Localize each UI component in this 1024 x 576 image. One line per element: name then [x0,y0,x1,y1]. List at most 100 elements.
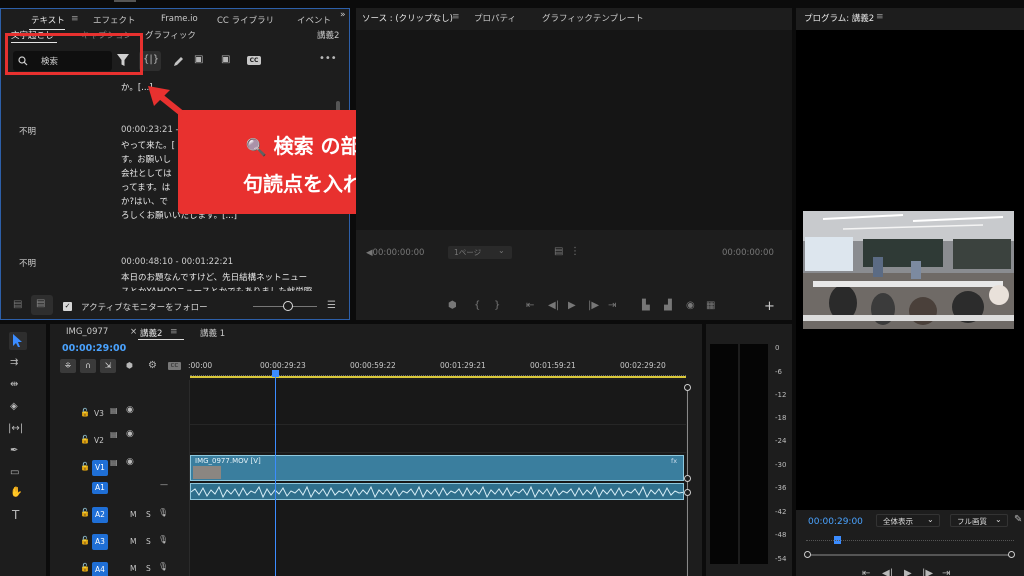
tab-img0977[interactable]: IMG_0977 [66,327,108,337]
button-editor-icon[interactable]: ▦ [706,300,715,311]
step-back-icon[interactable]: ◀| [882,568,893,576]
track-a3-badge[interactable]: A3 [92,534,108,550]
close-icon[interactable]: × [130,327,137,337]
tab-sequence-2[interactable]: 講義2 [140,327,162,339]
lock-icon[interactable]: 🔓 [80,408,90,417]
track-a2-badge[interactable]: A2 [92,507,108,523]
lock-icon[interactable]: 🔓 [80,435,90,444]
insert-icon[interactable]: ▙ [642,300,650,311]
subtab-graphics[interactable]: グラフィック [145,29,196,41]
ripple-edit-icon[interactable]: ⇹ [10,379,18,390]
step-back-icon[interactable]: ◀| [548,300,559,311]
go-to-in-icon[interactable]: ⇤ [862,568,870,576]
transcript-view-icon[interactable]: ▤ [13,299,22,310]
linked-selection-button[interactable]: ∩ [80,359,96,373]
work-area-bar[interactable] [190,376,686,378]
tab-effects[interactable]: エフェクト [93,14,136,26]
track-select-icon[interactable]: ⇉ [10,357,18,368]
overwrite-icon[interactable]: ▟ [664,300,672,311]
wrench-icon[interactable]: ✎ [1014,514,1022,525]
eye-icon[interactable]: ◉ [126,429,134,439]
hand-icon[interactable]: ✋ [10,487,22,498]
zoom-handle[interactable] [684,384,691,391]
split-icon[interactable]: {|} [143,54,159,65]
tab-graphic-templates[interactable]: グラフィックテンプレート [542,12,644,24]
wrench-icon[interactable]: ⚙ [148,360,157,371]
eye-icon[interactable]: ◉ [126,457,134,467]
zoom-handle[interactable] [684,489,691,496]
tab-cc-library[interactable]: CC ライブラリ [217,14,274,26]
fit-select[interactable]: 全体表示 ⌄ [876,514,940,527]
selection-tool[interactable] [9,332,27,350]
lock-icon[interactable]: 🔓 [80,536,90,545]
rectangle-icon[interactable]: ▭ [10,467,19,478]
lock-icon[interactable]: 🔓 [80,462,90,471]
settings-sliders-icon[interactable]: ☰ [327,300,336,311]
eye-icon[interactable]: ◉ [126,405,134,415]
menu-icon[interactable]: ≡ [876,12,884,22]
go-to-out-icon[interactable]: ⇥ [608,300,616,311]
pencil-icon[interactable] [173,56,184,67]
cc-icon[interactable]: CC [247,56,261,65]
sync-lock-icon[interactable]: ▤ [110,406,118,415]
razor-icon[interactable]: ◈ [10,401,18,412]
program-scrubber[interactable] [806,554,1014,556]
tab-sequence-1[interactable]: 講義 1 [200,327,225,339]
in-point-icon[interactable]: { [474,300,480,311]
marker-icon[interactable]: ⬢ [126,361,133,370]
video-clip[interactable]: IMG_0977.MOV [V] fx [190,455,684,481]
solo-button[interactable]: S [146,537,151,546]
microphone-icon[interactable]: 🎙 [158,535,168,544]
add-button-icon[interactable]: + [764,299,775,314]
solo-button[interactable]: S [146,564,151,573]
go-to-out-icon[interactable]: ⇥ [942,568,950,576]
zoom-slider-handle[interactable] [283,301,293,311]
play-icon[interactable]: ▶ [568,300,576,311]
solo-button[interactable]: S [146,510,151,519]
mute-button[interactable]: M [130,537,136,546]
add-marker-button[interactable]: ⇲ [100,359,116,373]
follow-checkbox[interactable]: ✓ [63,302,72,311]
step-forward-icon[interactable]: |▶ [922,568,933,576]
program-scrubber-end[interactable] [1008,551,1015,558]
lock-icon[interactable]: 🔓 [80,508,90,517]
speaker-merge-icon[interactable]: ▣ [221,54,230,65]
type-icon[interactable]: T [12,508,19,522]
play-icon[interactable]: ▶ [904,568,912,576]
track-a1-badge[interactable]: A1 [92,482,108,494]
sync-lock-icon[interactable]: ▤ [110,430,118,439]
step-forward-icon[interactable]: |▶ [588,300,599,311]
collapse-icon[interactable]: — [160,480,168,489]
snap-button[interactable]: ⁜ [60,359,76,373]
tab-properties[interactable]: プロパティ [474,12,516,24]
tab-source[interactable]: ソース : (クリップなし) [362,12,453,24]
lock-icon[interactable]: 🔓 [80,563,90,572]
tab-events[interactable]: イベント [297,14,331,26]
page-select[interactable]: 1ページ ⌄ [448,246,512,259]
menu-icon[interactable]: ≡ [71,14,79,24]
slip-icon[interactable]: |↔| [8,423,23,434]
pen-icon[interactable]: ✒ [10,445,18,456]
microphone-icon[interactable]: 🎙 [158,562,168,571]
more-icon[interactable]: ••• [319,53,337,64]
expand-icon[interactable]: ⋮ [570,246,580,257]
menu-icon[interactable]: ≡ [452,12,460,22]
settings-icon[interactable]: ▤ [554,246,563,257]
panel-overflow-icon[interactable]: » [340,10,346,20]
marker-icon[interactable]: ⬢ [448,300,457,311]
tab-text[interactable]: テキスト [31,14,65,26]
track-a4-badge[interactable]: A4 [92,562,108,576]
captions-icon[interactable]: CC [168,362,181,370]
zoom-handle[interactable] [684,475,691,482]
out-point-icon[interactable]: } [494,300,500,311]
mute-button[interactable]: M [130,510,136,519]
go-to-in-icon[interactable]: ⇤ [526,300,534,311]
track-v1-badge[interactable]: V1 [92,460,108,476]
speaker-icon[interactable]: ▣ [194,54,203,65]
timeline-playhead-line[interactable] [275,376,276,576]
sync-lock-icon[interactable]: ▤ [110,458,118,467]
microphone-icon[interactable]: 🎙 [158,508,168,517]
menu-icon[interactable]: ≡ [170,327,178,337]
export-frame-icon[interactable]: ◉ [686,300,695,311]
audio-clip[interactable] [190,483,684,500]
